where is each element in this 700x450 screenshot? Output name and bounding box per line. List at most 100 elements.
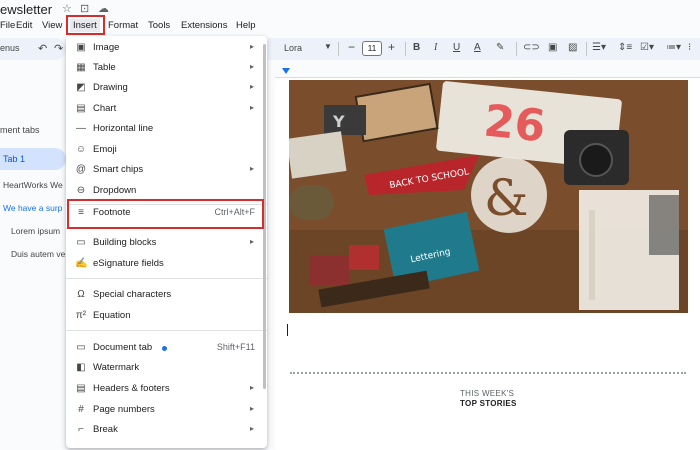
image-icon: ▣ xyxy=(76,42,86,53)
header-photo[interactable]: 26 Y BACK TO SCHOOL & Lettering xyxy=(289,80,688,313)
equation-icon: π² xyxy=(75,310,87,321)
menu-item-label: Headers & footers xyxy=(93,383,170,394)
menu-item-headers-footers[interactable]: ▤ Headers & footers ▸ xyxy=(66,379,267,399)
menu-item-chart[interactable]: ▤ Chart ▸ xyxy=(66,99,267,119)
toolbar-left: enus ↶ ↷ xyxy=(0,38,66,60)
ruler[interactable] xyxy=(275,66,700,78)
chevron-right-icon: ▸ xyxy=(249,62,254,71)
menu-item-label: Equation xyxy=(93,310,131,321)
outline-item[interactable]: Duis autem ve xyxy=(11,249,65,259)
menu-item-emoji[interactable]: ☺ Emoji xyxy=(66,140,267,160)
drawing-icon: ◩ xyxy=(76,82,86,93)
menu-item-label: Drawing xyxy=(93,82,128,93)
menu-file[interactable]: File xyxy=(0,20,15,31)
redo-icon[interactable]: ↷ xyxy=(54,42,63,55)
menu-tools[interactable]: Tools xyxy=(148,20,170,31)
toolbar-divider xyxy=(405,42,406,56)
decrease-font-size-icon[interactable]: − xyxy=(348,40,355,54)
page-numbers-icon: # xyxy=(78,404,84,415)
text-color-icon[interactable]: A xyxy=(474,42,481,53)
menu-item-label: Chart xyxy=(93,103,117,114)
menu-item-image[interactable]: ▣ Image ▸ xyxy=(66,38,267,58)
menu-item-table[interactable]: ▦ Table ▸ xyxy=(66,58,267,78)
chevron-right-icon: ▸ xyxy=(249,103,254,112)
menu-item-special-characters[interactable]: Ω Special characters xyxy=(66,285,267,305)
menu-divider xyxy=(66,330,267,331)
chevron-right-icon: ▸ xyxy=(249,82,254,91)
outline-item[interactable]: HeartWorks We xyxy=(3,180,63,190)
watermark-icon: ◧ xyxy=(76,362,86,373)
increase-font-size-icon[interactable]: + xyxy=(388,40,395,54)
menu-item-label: Dropdown xyxy=(93,185,137,196)
document-title[interactable]: ewsletter xyxy=(0,2,52,17)
menu-item-label: Break xyxy=(93,424,118,435)
menu-bar: File Edit View Insert Format Tools Exten… xyxy=(0,18,700,36)
smart-chips-icon: @ xyxy=(75,164,87,175)
chevron-right-icon: ▸ xyxy=(249,404,254,413)
outline-item[interactable]: We have a surp xyxy=(3,203,62,213)
menu-item-label: Smart chips xyxy=(93,164,144,175)
horizontal-line-icon: — xyxy=(76,123,86,134)
special-characters-icon: Ω xyxy=(77,289,85,300)
menu-item-watermark[interactable]: ◧ Watermark xyxy=(66,358,267,378)
menu-view[interactable]: View xyxy=(42,20,62,31)
svg-text:26: 26 xyxy=(482,95,548,152)
chevron-down-icon[interactable]: ▼ xyxy=(324,42,332,51)
menu-item-label: Image xyxy=(93,42,120,53)
chart-icon: ▤ xyxy=(76,103,86,114)
cloud-status-icon[interactable]: ☁ xyxy=(98,2,109,15)
sidebar-tab-1[interactable]: Tab 1 xyxy=(0,148,66,170)
menu-item-smart-chips[interactable]: @ Smart chips ▸ xyxy=(66,160,267,180)
checklist-icon[interactable]: ☑▾ xyxy=(640,42,654,53)
highlight-color-icon[interactable]: ✎ xyxy=(496,42,504,53)
add-comment-icon[interactable]: ▣ xyxy=(548,42,557,53)
toolbar-divider xyxy=(338,42,339,56)
insert-image-icon[interactable]: ▨ xyxy=(568,42,577,53)
menu-item-break[interactable]: ⌐ Break ▸ xyxy=(66,420,267,440)
menu-item-label: Watermark xyxy=(93,362,140,373)
menu-item-label: Special characters xyxy=(93,289,172,300)
text-cursor xyxy=(287,324,288,336)
menu-format[interactable]: Format xyxy=(108,20,138,31)
document-tabs-heading: ment tabs xyxy=(0,125,40,135)
menu-item-page-numbers[interactable]: # Page numbers ▸ xyxy=(66,400,267,420)
underline-icon[interactable]: U xyxy=(453,42,460,53)
font-select[interactable]: Lora xyxy=(284,43,302,53)
menu-extensions[interactable]: Extensions xyxy=(181,20,227,31)
chevron-right-icon: ▸ xyxy=(249,42,254,51)
title-bar: ewsletter ☆ ⊡ ☁ xyxy=(0,0,700,18)
line-spacing-icon[interactable]: ⇕≡ xyxy=(618,42,632,53)
chevron-right-icon: ▸ xyxy=(249,424,254,433)
dotted-divider xyxy=(290,372,686,374)
menu-item-drawing[interactable]: ◩ Drawing ▸ xyxy=(66,78,267,98)
menu-help[interactable]: Help xyxy=(236,20,256,31)
menu-item-dropdown[interactable]: ⊖ Dropdown xyxy=(66,181,267,201)
move-to-folder-icon[interactable]: ⊡ xyxy=(80,2,89,15)
menu-item-document-tab[interactable]: ▭ Document tab Shift+F11 xyxy=(66,338,267,358)
menu-edit[interactable]: Edit xyxy=(16,20,32,31)
building-blocks-icon: ▭ xyxy=(76,237,86,248)
numbered-list-icon[interactable]: ⁝ xyxy=(688,42,691,53)
search-menus-field[interactable]: enus xyxy=(0,43,20,53)
menu-item-equation[interactable]: π² Equation xyxy=(66,306,267,326)
ruler-indent-marker[interactable] xyxy=(282,68,290,74)
font-size-input[interactable]: 11 xyxy=(362,41,382,56)
this-weeks-text: THIS WEEK'S xyxy=(460,389,515,398)
menu-item-label: Emoji xyxy=(93,144,117,155)
italic-icon[interactable]: I xyxy=(434,42,437,53)
outline-item[interactable]: Lorem ipsum xyxy=(11,226,60,236)
toolbar-right: Lora ▼ − 11 + B I U A ✎ ⊂⊃ ▣ ▨ ☰▾ ⇕≡ ☑▾ … xyxy=(268,38,700,60)
menu-item-esignature[interactable]: ✍ eSignature fields xyxy=(66,254,267,274)
bulleted-list-icon[interactable]: ≔▾ xyxy=(666,42,681,53)
menu-item-horizontal-line[interactable]: — Horizontal line xyxy=(66,119,267,139)
insert-link-icon[interactable]: ⊂⊃ xyxy=(523,42,540,53)
star-icon[interactable]: ☆ xyxy=(62,2,72,15)
undo-icon[interactable]: ↶ xyxy=(38,42,47,55)
insert-menu-highlight-box xyxy=(66,15,105,35)
new-feature-dot xyxy=(162,346,167,351)
menu-item-building-blocks[interactable]: ▭ Building blocks ▸ xyxy=(66,233,267,253)
align-icon[interactable]: ☰▾ xyxy=(592,42,606,53)
menu-item-label: eSignature fields xyxy=(93,258,164,269)
headers-footers-icon: ▤ xyxy=(76,383,86,394)
bold-icon[interactable]: B xyxy=(413,42,420,53)
